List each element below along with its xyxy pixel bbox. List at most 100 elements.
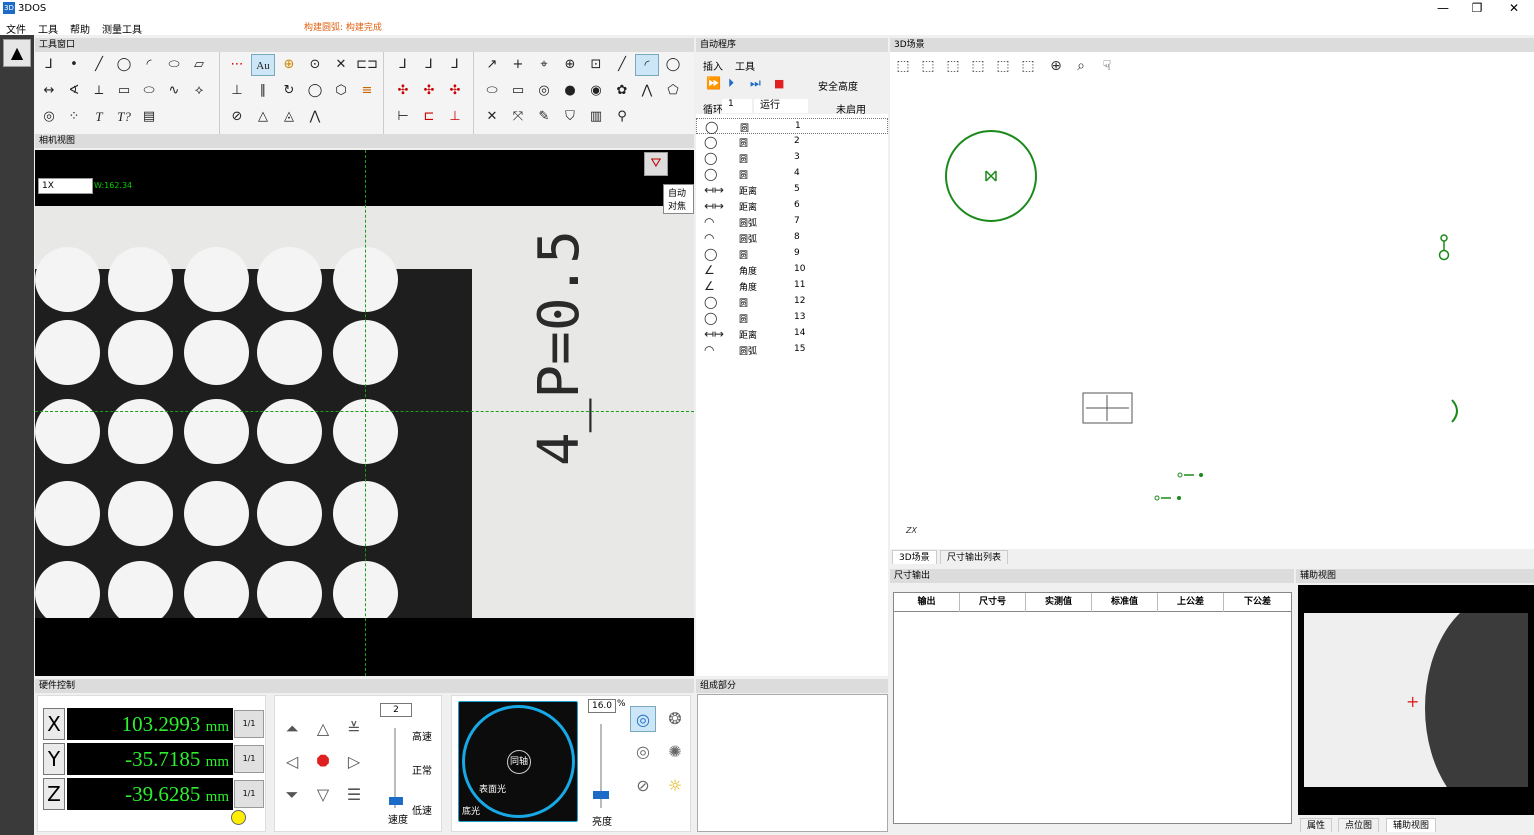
program-list-item[interactable]: ∠ 角度 10	[696, 262, 888, 278]
arc-tool-icon[interactable]: ◜	[137, 54, 161, 76]
align-axis-icon[interactable]: ⊥	[443, 106, 467, 128]
program-list-item[interactable]: ◯ 圆 13	[696, 310, 888, 326]
calculator-tool-icon[interactable]: ▤	[137, 106, 161, 128]
stop-program-icon[interactable]: ■	[774, 77, 784, 90]
speed-slider-track[interactable]	[394, 728, 396, 808]
program-list-item[interactable]: ◯ 圆 2	[696, 134, 888, 150]
parallel-line-icon[interactable]: ∥	[251, 80, 275, 102]
fast-forward-icon[interactable]: ⏩	[706, 76, 721, 90]
ring-mode-icon[interactable]: ❂	[662, 706, 688, 732]
origin-y-icon[interactable]: ✣	[417, 80, 441, 102]
minimize-button[interactable]: —	[1426, 0, 1460, 18]
circle-points-icon[interactable]: ⬡	[329, 80, 353, 102]
triangle-icon[interactable]: △	[251, 106, 275, 128]
coax-light-button[interactable]: 同轴	[507, 750, 531, 774]
light-ring-control[interactable]: 同轴 表面光 底光	[458, 701, 578, 822]
align-point-icon[interactable]: ⊏	[417, 106, 441, 128]
distance-tool-icon[interactable]: ↔	[37, 80, 61, 102]
slot-tool-icon[interactable]: ⬭	[137, 80, 161, 102]
tangent-icon[interactable]: ↻	[277, 80, 301, 102]
rectangle-tool-icon[interactable]: ▭	[112, 80, 136, 102]
arrow-line-icon[interactable]: ↗	[480, 54, 504, 76]
program-list-item[interactable]: ↤↦ 距离 14	[696, 326, 888, 342]
menu-file[interactable]: 文件	[6, 21, 26, 36]
auto-focus-icon[interactable]: ⛛	[644, 152, 668, 176]
z-up-icon[interactable]: ≚	[341, 716, 367, 742]
peak-icon[interactable]: ⋀	[303, 106, 327, 128]
step-icon[interactable]: ⏵	[728, 76, 734, 91]
circle-plus-icon[interactable]: ⊕	[558, 54, 582, 76]
curve-tool-icon[interactable]: ∿	[162, 80, 186, 102]
col-lower-tol[interactable]: 下公差	[1224, 593, 1291, 612]
bulb-icon[interactable]: ☼	[662, 773, 688, 799]
brightness-field[interactable]: 16.0	[588, 699, 616, 713]
line-fit-icon[interactable]: ╱	[610, 54, 634, 76]
stop-icon[interactable]: ⯃	[310, 749, 336, 775]
run-button[interactable]: 运行	[754, 99, 808, 113]
up-icon[interactable]: △	[310, 716, 336, 742]
intersect-icon[interactable]: ✕	[480, 106, 504, 128]
brightness-slider-thumb[interactable]	[593, 791, 609, 799]
zoom-field[interactable]: 1X	[38, 178, 93, 194]
col-nominal[interactable]: 标准值	[1092, 593, 1158, 612]
fast-up-icon[interactable]: ⏶	[279, 716, 305, 742]
program-list-item[interactable]: ◯ 圆 9	[696, 246, 888, 262]
ellipse-tool-icon[interactable]: ⬭	[162, 54, 186, 76]
text-query-tool-icon[interactable]: T?	[112, 106, 136, 128]
coord-o-icon[interactable]: ⅃	[443, 54, 467, 76]
speed-field[interactable]: 2	[380, 703, 412, 717]
peak-fit-icon[interactable]: ⋀	[635, 80, 659, 102]
midline-icon[interactable]: ≡	[355, 80, 379, 102]
sphere-icon[interactable]: ●	[558, 80, 582, 102]
x-axis-button[interactable]: 1/1	[234, 710, 264, 738]
align-icon[interactable]: ⊢	[391, 106, 415, 128]
col-upper-tol[interactable]: 上公差	[1158, 593, 1224, 612]
program-list-item[interactable]: ◯ 圆 1	[696, 118, 888, 134]
skip-icon[interactable]: ⏭	[750, 76, 761, 91]
tab-properties[interactable]: 属性	[1300, 818, 1333, 832]
safe-height-button[interactable]: 安全高度	[818, 78, 858, 93]
light-off-icon[interactable]: ⊘	[630, 773, 656, 799]
menu-help[interactable]: 帮助	[70, 21, 90, 36]
ring-tool-icon[interactable]: ◎	[37, 106, 61, 128]
edge-points-icon[interactable]: ⋯	[225, 54, 249, 76]
box-center-icon[interactable]: ⊡	[584, 54, 608, 76]
dotted-circle-tool-icon[interactable]: ⁘	[62, 106, 86, 128]
spider-icon[interactable]: ⛉	[558, 106, 582, 128]
tab-3d-scene[interactable]: 3D场景	[892, 550, 937, 564]
triangle-alt-icon[interactable]: ◬	[277, 106, 301, 128]
mirror-tool-icon[interactable]: ⊏⊐	[355, 54, 379, 76]
program-list-item[interactable]: ◯ 圆 12	[696, 294, 888, 310]
perp-line-icon[interactable]: ⊥	[225, 80, 249, 102]
text-tool-icon[interactable]: T	[87, 106, 111, 128]
program-list-item[interactable]: ◯ 圆 3	[696, 150, 888, 166]
coord-s-icon[interactable]: ⅃	[417, 54, 441, 76]
coax-mode-icon[interactable]: ◎	[630, 706, 656, 732]
circle-tool-icon[interactable]: ◯	[112, 54, 136, 76]
menu-tools[interactable]: 工具	[38, 21, 58, 36]
z-axis-button[interactable]: 1/1	[234, 780, 264, 808]
right-icon[interactable]: ▷	[341, 749, 367, 775]
origin-z-icon[interactable]: ✣	[443, 80, 467, 102]
coord-l-icon[interactable]: ⅃	[391, 54, 415, 76]
y-axis-button[interactable]: 1/1	[234, 745, 264, 773]
dot-tool-icon[interactable]: •	[62, 54, 86, 76]
menu-measure-tools[interactable]: 测量工具	[102, 21, 142, 36]
tab-dim-output-list[interactable]: 尺寸输出列表	[940, 550, 1009, 564]
tab-aux-view[interactable]: 辅助视图	[1386, 818, 1437, 832]
segment-ring-icon[interactable]: ✺	[662, 739, 688, 765]
aux-view[interactable]: +	[1298, 585, 1534, 815]
point-tool-icon[interactable]: ⅃	[37, 54, 61, 76]
parallelogram-tool-icon[interactable]: ▱	[187, 54, 211, 76]
scene-view[interactable]: ⬚ ⬚ ⬚ ⬚ ⬚ ⬚ ⊕ ⌕ ☟ ZX	[890, 52, 1534, 549]
loop-field[interactable]: 1	[722, 99, 752, 113]
ring-fit-icon[interactable]: ◎	[532, 80, 556, 102]
crosshair-icon[interactable]: ⌖	[532, 54, 556, 76]
tab-point-map[interactable]: 点位图	[1338, 818, 1380, 832]
circle-fit-icon[interactable]: ◯	[303, 80, 327, 102]
components-panel[interactable]	[697, 694, 888, 832]
angle-circle-icon[interactable]: ⊘	[225, 106, 249, 128]
multi-ring-icon[interactable]: ◎	[630, 739, 656, 765]
settings-list-icon[interactable]: ☰	[341, 782, 367, 808]
barcode-icon[interactable]: ▥	[584, 106, 608, 128]
